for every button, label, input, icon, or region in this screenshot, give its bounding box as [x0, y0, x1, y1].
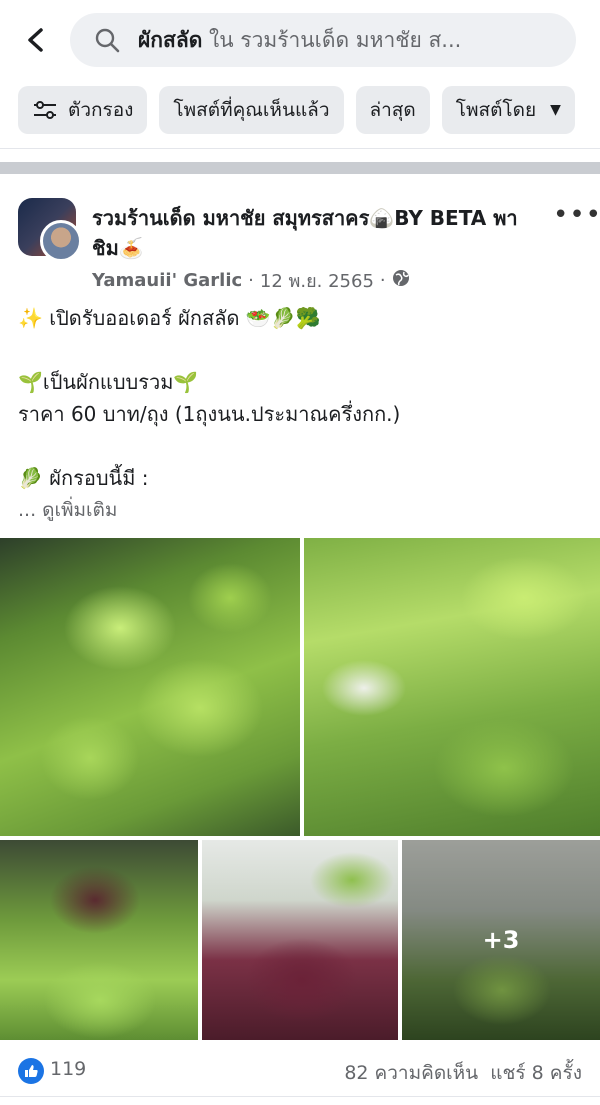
- post-photo[interactable]: [202, 840, 398, 1040]
- back-button[interactable]: [18, 22, 54, 58]
- reaction-count[interactable]: 119: [50, 1058, 86, 1080]
- group-avatar[interactable]: [18, 198, 82, 262]
- filter-chip-label: ตัวกรอง: [68, 99, 134, 121]
- divider: [0, 148, 600, 149]
- search-input[interactable]: ผักสลัด ใน รวมร้านเด็ด มหาชัย ส...: [70, 13, 576, 67]
- post-stats: 82 ความคิดเห็น แชร์ 8 ครั้ง: [344, 1058, 582, 1088]
- filter-chip-recent[interactable]: ล่าสุด: [355, 86, 430, 134]
- search-query: ผักสลัด: [138, 27, 203, 52]
- filter-chip-seen-posts[interactable]: โพสต์ที่คุณเห็นแล้ว: [159, 86, 344, 134]
- post-date[interactable]: 12 พ.ย. 2565: [260, 266, 374, 295]
- filter-chip-label: ล่าสุด: [369, 99, 416, 121]
- chevron-left-icon: [28, 28, 43, 52]
- post-photo-more[interactable]: +3: [402, 840, 600, 1040]
- post-line: [18, 430, 588, 462]
- see-more-link[interactable]: ... ดูเพิ่มเติม: [18, 494, 588, 526]
- search-scope: ใน รวมร้านเด็ด มหาชัย ส...: [202, 27, 462, 52]
- divider: [0, 1096, 600, 1097]
- post-footer: 119 82 ความคิดเห็น แชร์ 8 ครั้ง: [0, 1048, 600, 1092]
- author-name-link[interactable]: Yamauii' Garlic: [92, 270, 242, 291]
- section-separator: [0, 162, 600, 174]
- post-line: 🌱เป็นผักแบบรวม🌱: [18, 370, 199, 394]
- post-meta: Yamauii' Garlic · 12 พ.ย. 2565 ·: [92, 266, 410, 295]
- filter-chip-posted-by[interactable]: โพสต์โดย ▼: [441, 86, 575, 134]
- top-bar: ผักสลัด ใน รวมร้านเด็ด มหาชัย ส...: [0, 0, 600, 80]
- author-avatar[interactable]: [40, 220, 82, 262]
- globe-icon: [392, 269, 410, 292]
- post-line: ราคา 60 บาท/ถุง (1ถุงนน.ประมาณครึ่งกก.): [18, 402, 401, 426]
- filter-chip-label: โพสต์โดย: [455, 99, 537, 121]
- filter-chip-label: โพสต์ที่คุณเห็นแล้ว: [173, 99, 330, 121]
- more-photos-count: +3: [482, 926, 520, 954]
- post-body: ✨ เปิดรับออเดอร์ ผักสลัด 🥗🥬🥦 🌱เป็นผักแบบ…: [18, 302, 588, 526]
- like-reaction-icon[interactable]: [18, 1058, 44, 1084]
- post-line: ✨ เปิดรับออเดอร์ ผักสลัด 🥗🥬🥦: [18, 306, 321, 330]
- post-line: [18, 334, 588, 366]
- search-icon: [94, 25, 124, 55]
- comment-count-link[interactable]: 82 ความคิดเห็น: [344, 1062, 478, 1084]
- caret-down-icon: ▼: [550, 102, 561, 118]
- post-photo[interactable]: [0, 840, 198, 1040]
- filter-chip-filters[interactable]: ตัวกรอง: [18, 86, 148, 134]
- more-photos-overlay: +3: [402, 840, 600, 1040]
- filter-chips: ตัวกรอง โพสต์ที่คุณเห็นแล้ว ล่าสุด โพสต์…: [18, 86, 575, 134]
- meta-dot: ·: [248, 270, 254, 291]
- group-name-link[interactable]: รวมร้านเด็ด มหาชัย สมุทรสาคร🍙BY BETA พาช…: [92, 203, 532, 263]
- post-line: 🥬 ผักรอบนี้มี :: [18, 466, 149, 490]
- meta-dot: ·: [379, 270, 386, 291]
- share-count-link[interactable]: แชร์ 8 ครั้ง: [490, 1062, 582, 1084]
- sliders-icon: [32, 100, 58, 120]
- post-photo[interactable]: [304, 538, 600, 836]
- search-query-text: ผักสลัด ใน รวมร้านเด็ด มหาชัย ส...: [138, 24, 558, 57]
- more-options-icon[interactable]: •••: [553, 200, 600, 230]
- post-photo[interactable]: [0, 538, 300, 836]
